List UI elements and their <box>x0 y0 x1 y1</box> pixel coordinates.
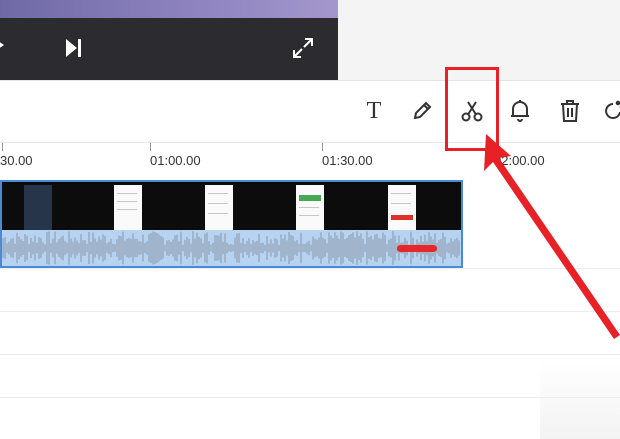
watermark <box>540 360 620 439</box>
pointer-arrow <box>484 134 620 339</box>
